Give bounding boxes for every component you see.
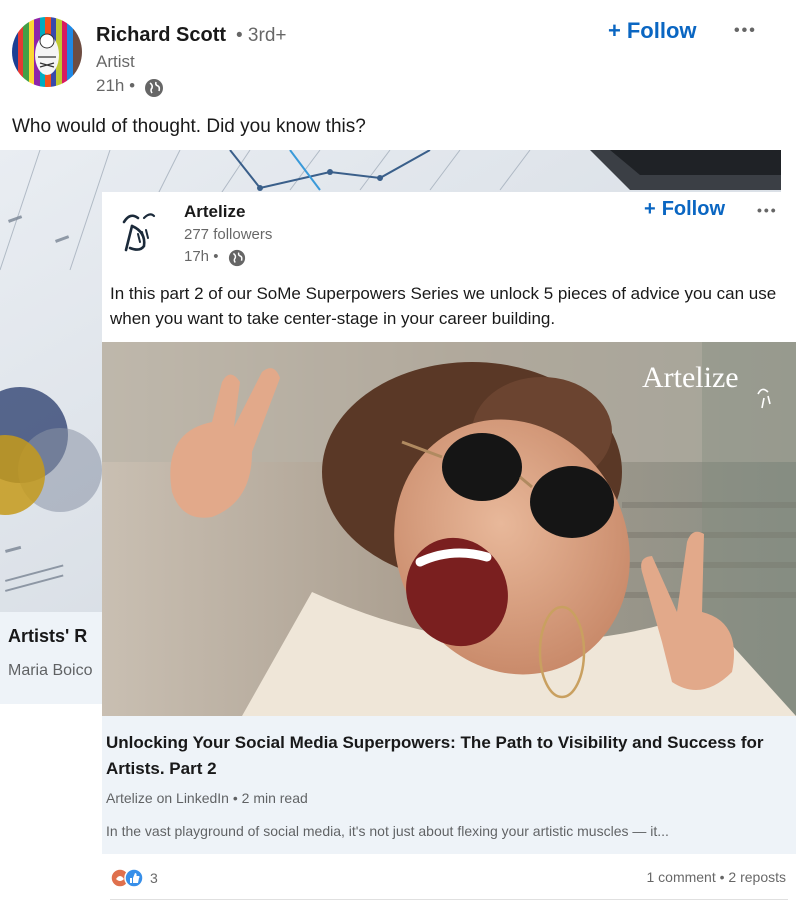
follow-label: Follow	[626, 18, 697, 43]
reactions-summary[interactable]: 3	[110, 868, 158, 888]
follower-count: 277 followers	[184, 226, 273, 243]
article-title[interactable]: Unlocking Your Social Media Superpowers:…	[106, 730, 776, 782]
globe-icon	[145, 79, 163, 97]
author-headline: Artist	[96, 52, 135, 71]
author-avatar[interactable]	[12, 17, 82, 87]
more-icon[interactable]: •••	[757, 202, 778, 218]
follow-button[interactable]: + Follow	[644, 198, 725, 221]
plus-icon: +	[608, 18, 621, 43]
connection-degree: • 3rd+	[236, 25, 287, 46]
plus-icon: +	[644, 198, 656, 220]
image-watermark: Artelize	[642, 361, 739, 394]
comments-reposts-count[interactable]: 1 comment • 2 reposts	[646, 869, 786, 885]
company-name[interactable]: Artelize	[184, 202, 245, 222]
article-description: In the vast playground of social media, …	[106, 823, 669, 839]
post-text: In this part 2 of our SoMe Superpowers S…	[110, 284, 777, 328]
more-icon[interactable]: •••	[734, 22, 757, 40]
post-timestamp: 21h •	[96, 76, 136, 95]
outer-link-title[interactable]: Artists' R	[8, 626, 87, 647]
outer-link-subtitle: Maria Boico	[8, 662, 93, 679]
globe-icon	[228, 249, 246, 267]
reaction-count: 3	[150, 870, 158, 886]
article-image[interactable]: Artelize	[102, 342, 796, 716]
follow-label: Follow	[661, 198, 726, 220]
artelize-logo[interactable]	[116, 206, 164, 254]
author-name[interactable]: Richard Scott	[96, 24, 226, 47]
article-source: Artelize on LinkedIn • 2 min read	[106, 790, 308, 806]
divider	[110, 899, 788, 900]
follow-button[interactable]: + Follow	[608, 18, 697, 44]
post-text: Who would of thought. Did you know this?	[12, 116, 366, 137]
post-timestamp: 17h •	[184, 248, 219, 265]
like-reaction-icon	[124, 868, 144, 888]
shared-post-card: Artelize 277 followers 17h • + Follow ••…	[102, 192, 796, 904]
